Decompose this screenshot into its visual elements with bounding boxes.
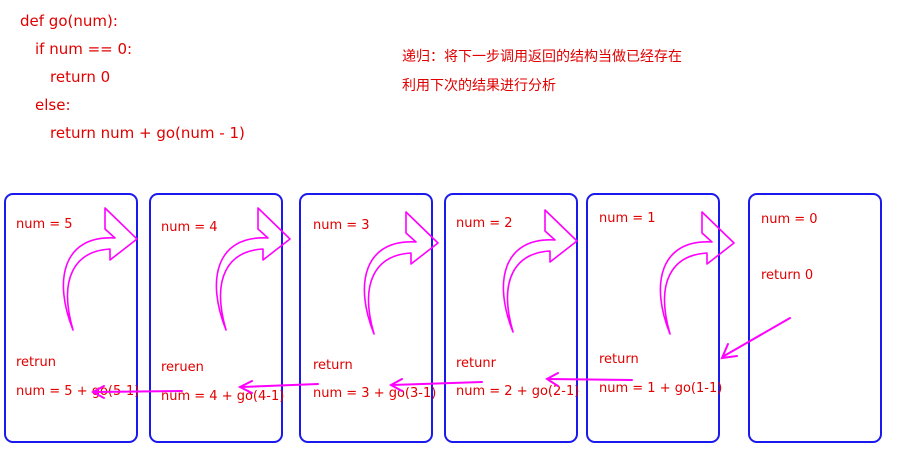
arrows-overlay: [62, 207, 791, 399]
return-arrow-from-base: [723, 317, 791, 357]
recursion-call-arrow: [363, 211, 439, 335]
return-arrow: [391, 381, 483, 386]
return-arrow: [93, 390, 183, 393]
recursion-call-arrow: [502, 209, 578, 333]
recursion-call-arrow: [62, 207, 138, 331]
return-arrow: [547, 378, 633, 381]
recursion-call-arrow: [659, 211, 735, 335]
return-arrow: [240, 383, 319, 388]
recursion-call-arrow: [215, 207, 291, 331]
